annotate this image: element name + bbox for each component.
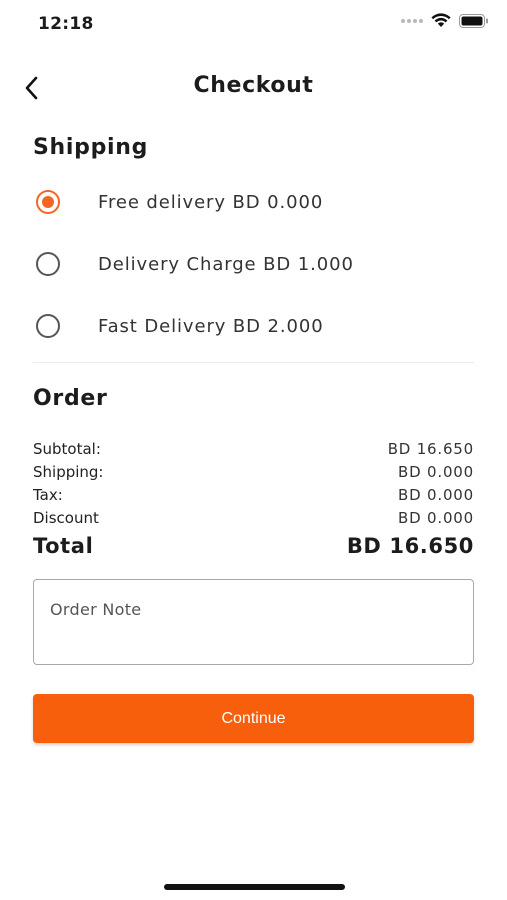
status-time: 12:18 xyxy=(38,14,94,34)
order-row-label: Discount xyxy=(33,509,99,527)
checkout-screen: 12:18 Checkout Shipping Free delivery BD… xyxy=(0,0,507,900)
order-row-tax: Tax: BD 0.000 xyxy=(33,486,474,504)
status-indicators xyxy=(401,13,489,28)
order-row-label: Subtotal: xyxy=(33,440,101,458)
shipping-option-label: Free delivery BD 0.000 xyxy=(98,191,324,213)
order-row-value: BD 0.000 xyxy=(398,486,474,504)
order-row-value: BD 0.000 xyxy=(398,463,474,481)
wifi-icon xyxy=(431,13,451,27)
order-row-label: Shipping: xyxy=(33,463,104,481)
order-section-title: Order xyxy=(33,386,108,411)
continue-button[interactable]: Continue xyxy=(33,694,474,743)
total-label: Total xyxy=(33,534,94,558)
page-title: Checkout xyxy=(193,73,314,98)
radio-unselected-icon[interactable] xyxy=(36,252,60,276)
section-divider xyxy=(33,362,474,363)
radio-unselected-icon[interactable] xyxy=(36,314,60,338)
order-row-discount: Discount BD 0.000 xyxy=(33,509,474,527)
order-row-value: BD 0.000 xyxy=(398,509,474,527)
order-row-shipping: Shipping: BD 0.000 xyxy=(33,463,474,481)
radio-selected-icon[interactable] xyxy=(36,190,60,214)
shipping-section-title: Shipping xyxy=(33,135,149,160)
total-value: BD 16.650 xyxy=(346,534,474,558)
shipping-option-label: Delivery Charge BD 1.000 xyxy=(98,253,354,275)
home-indicator[interactable] xyxy=(164,884,345,890)
order-note-input[interactable] xyxy=(33,579,474,665)
order-row-subtotal: Subtotal: BD 16.650 xyxy=(33,440,474,458)
signal-icon xyxy=(401,18,423,23)
shipping-option-fast-delivery[interactable]: Fast Delivery BD 2.000 xyxy=(33,309,474,343)
shipping-option-label: Fast Delivery BD 2.000 xyxy=(98,315,324,337)
order-row-value: BD 16.650 xyxy=(387,440,474,458)
shipping-option-free-delivery[interactable]: Free delivery BD 0.000 xyxy=(33,185,474,219)
order-total-row: Total BD 16.650 xyxy=(33,534,474,558)
order-row-label: Tax: xyxy=(33,486,63,504)
shipping-option-delivery-charge[interactable]: Delivery Charge BD 1.000 xyxy=(33,247,474,281)
battery-icon xyxy=(459,13,488,28)
